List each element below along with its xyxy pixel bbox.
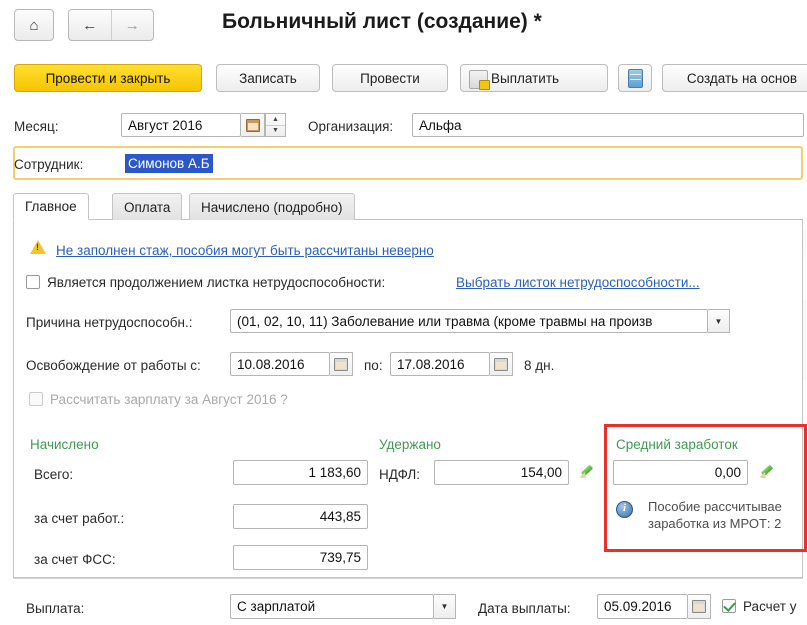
post-button[interactable]: Провести xyxy=(332,64,448,92)
tab-oplata[interactable]: Оплата xyxy=(112,193,183,220)
spinner-down-icon[interactable]: ▼ xyxy=(266,126,285,137)
ndfl-label: НДФЛ: xyxy=(379,467,421,482)
payment-label: Выплата: xyxy=(26,601,85,616)
payment-dropdown-button[interactable]: ▼ xyxy=(434,594,456,619)
withheld-section-title: Удержано xyxy=(379,437,441,452)
navigation-buttons: ← → xyxy=(68,9,154,41)
reason-field[interactable]: (01, 02, 10, 11) Заболевание или травма … xyxy=(230,309,708,333)
organization-field[interactable]: Альфа xyxy=(412,113,804,137)
post-and-close-button[interactable]: Провести и закрыть xyxy=(14,64,202,92)
release-days-text: 8 дн. xyxy=(524,358,555,373)
reason-dropdown-button[interactable]: ▼ xyxy=(708,309,730,333)
average-earnings-section-title: Средний заработок xyxy=(616,437,738,452)
accrued-fss-field[interactable]: 739,75 xyxy=(233,545,368,570)
month-field[interactable]: Август 2016 xyxy=(121,113,241,137)
home-icon: ⌂ xyxy=(29,16,39,34)
calc-salary-checkbox[interactable] xyxy=(29,392,43,406)
release-from-field[interactable]: 10.08.2016 xyxy=(230,352,330,376)
command-bar: Провести и закрыть Записать Провести Вып… xyxy=(0,56,807,100)
save-button[interactable]: Записать xyxy=(216,64,320,92)
warning-link[interactable]: Не заполнен стаж, пособия могут быть рас… xyxy=(56,243,434,258)
payment-field[interactable]: С зарплатой xyxy=(230,594,434,619)
print-report-button[interactable] xyxy=(618,64,652,92)
pay-button[interactable]: Выплатить xyxy=(460,64,608,92)
tab-strip: Главное Оплата Начислено (подробно) xyxy=(13,193,803,220)
calendar-icon xyxy=(334,357,348,371)
create-based-on-button[interactable]: Создать на основ xyxy=(662,64,807,92)
average-earnings-field[interactable]: 0,00 xyxy=(613,460,748,485)
tab-nachisleno-podrobno[interactable]: Начислено (подробно) xyxy=(189,193,355,220)
chevron-down-icon: ▼ xyxy=(440,602,449,611)
payment-date-calendar-button[interactable] xyxy=(688,594,711,619)
release-to-field[interactable]: 17.08.2016 xyxy=(390,352,490,376)
average-earnings-info-line1: Пособие рассчитывае xyxy=(648,499,782,514)
calc-salary-checkbox-label: Рассчитать зарплату за Август 2016 ? xyxy=(50,392,288,407)
organization-label: Организация: xyxy=(308,119,394,134)
page-title: Больничный лист (создание) * xyxy=(222,10,542,33)
release-to-calendar-button[interactable] xyxy=(490,352,513,376)
recalc-checkbox[interactable] xyxy=(722,599,736,613)
payment-date-label: Дата выплаты: xyxy=(478,601,571,616)
tab-glavnoe[interactable]: Главное xyxy=(13,193,89,220)
month-calendar-button[interactable] xyxy=(241,113,265,137)
print-report-icon xyxy=(627,68,643,88)
arrow-left-icon: ← xyxy=(82,16,98,34)
info-icon xyxy=(616,501,633,518)
month-label: Месяц: xyxy=(14,119,59,134)
release-to-label: по: xyxy=(364,358,383,373)
accrued-total-field[interactable]: 1 183,60 xyxy=(233,460,368,485)
accrued-employer-field[interactable]: 443,85 xyxy=(233,504,368,529)
payment-date-field[interactable]: 05.09.2016 xyxy=(597,594,688,619)
title-bar: ⌂ ← → Больничный лист (создание) * xyxy=(0,0,807,52)
choose-sheet-link[interactable]: Выбрать листок нетрудоспособности... xyxy=(456,275,700,290)
pay-button-label: Выплатить xyxy=(491,70,560,86)
calendar-icon xyxy=(245,118,260,132)
accrued-employer-label: за счет работ.: xyxy=(34,511,125,526)
calendar-icon xyxy=(692,600,706,613)
accrued-total-label: Всего: xyxy=(34,467,74,482)
month-spinner[interactable]: ▲ ▼ xyxy=(265,113,286,137)
spinner-up-icon[interactable]: ▲ xyxy=(266,114,285,126)
arrow-right-icon: → xyxy=(124,16,140,34)
warning-triangle-icon xyxy=(30,240,46,254)
employee-field[interactable]: Симонов А.Б xyxy=(125,154,213,173)
footer-separator xyxy=(13,578,803,579)
pencil-edit-icon[interactable] xyxy=(760,464,775,479)
ndfl-field[interactable]: 154,00 xyxy=(434,460,569,485)
average-earnings-info-line2: заработка из МРОТ: 2 xyxy=(648,516,782,531)
back-button[interactable]: ← xyxy=(69,10,112,40)
accrued-fss-label: за счет ФСС: xyxy=(34,552,116,567)
calendar-icon xyxy=(494,357,508,371)
continuation-checkbox[interactable] xyxy=(26,275,40,289)
release-label: Освобождение от работы с: xyxy=(26,358,201,373)
release-from-calendar-button[interactable] xyxy=(330,352,353,376)
recalc-checkbox-label: Расчет у xyxy=(743,599,797,614)
forward-button[interactable]: → xyxy=(112,10,154,40)
accrued-section-title: Начислено xyxy=(30,437,99,452)
home-button[interactable]: ⌂ xyxy=(14,9,54,41)
chevron-down-icon: ▼ xyxy=(714,316,723,326)
reason-label: Причина нетрудоспособн.: xyxy=(26,315,193,330)
pencil-edit-icon[interactable] xyxy=(580,464,595,479)
continuation-checkbox-label: Является продолжением листка нетрудоспос… xyxy=(47,275,386,290)
payment-icon xyxy=(469,70,490,90)
employee-label: Сотрудник: xyxy=(14,157,84,172)
